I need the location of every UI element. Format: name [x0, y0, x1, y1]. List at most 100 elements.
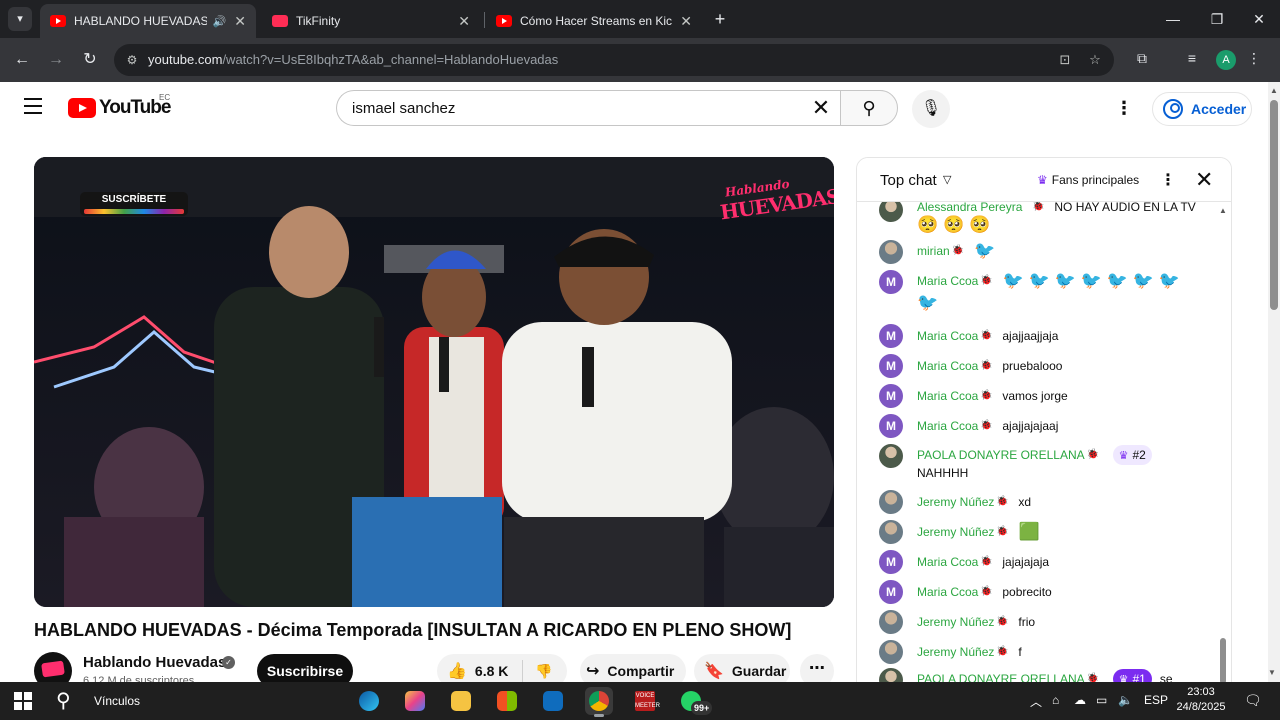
scroll-down-arrow[interactable]: ▼ [1268, 668, 1276, 677]
live-chat-panel: Top chat ▽ ♛ Fans principales ⋮ ✕ Alessa… [856, 157, 1232, 687]
browser-menu-icon[interactable]: ⋮ [1242, 46, 1266, 70]
taskbar-search-label[interactable]: Vínculos [94, 694, 140, 708]
author-avatar[interactable] [879, 610, 903, 634]
author-name[interactable]: Maria Ccoa [917, 555, 978, 569]
close-chat-icon[interactable]: ✕ [1195, 167, 1213, 193]
author-avatar[interactable]: M [879, 354, 903, 378]
chat-scrollbar[interactable]: ▲ [1219, 206, 1227, 686]
dislike-button[interactable]: 👎 [535, 663, 552, 680]
channel-name[interactable]: Hablando Huevadas [83, 654, 226, 671]
minimize-button[interactable]: — [1150, 0, 1196, 38]
author-name[interactable]: Maria Ccoa [917, 329, 978, 343]
tab-tikfinity[interactable]: TikFinity ✕ [262, 4, 480, 38]
volume-icon[interactable]: 🔈 [1118, 693, 1133, 707]
chrome-icon[interactable] [585, 687, 613, 717]
author-name[interactable]: mirian [917, 244, 950, 258]
clear-search-icon[interactable]: ✕ [808, 95, 834, 121]
author-avatar[interactable] [879, 240, 903, 264]
extensions-icon[interactable]: ⧉ [1130, 46, 1154, 70]
site-info-icon[interactable]: ⚙ [122, 50, 142, 70]
whatsapp-icon[interactable]: 99+ [677, 687, 713, 715]
chat-message-list[interactable]: Alessandra Pereyra 🐞 NO HAY AUDIO EN LA … [857, 202, 1231, 686]
author-avatar[interactable]: M [879, 324, 903, 348]
microsoft-store-icon[interactable] [493, 687, 521, 715]
author-name[interactable]: PAOLA DONAYRE ORELLANA [917, 448, 1085, 462]
chat-more-icon[interactable]: ⋮ [1160, 170, 1176, 190]
voice-search-button[interactable]: 🎙 [912, 90, 950, 128]
author-avatar[interactable] [879, 520, 903, 544]
like-button[interactable]: 👍 6.8 K [437, 661, 508, 681]
cloud-icon[interactable]: ☁ [1074, 693, 1086, 707]
top-fans-button[interactable]: ♛ Fans principales [1037, 169, 1139, 191]
author-name[interactable]: Maria Ccoa [917, 359, 978, 373]
address-bar[interactable]: ⚙ youtube.com/watch?v=UsE8IbqhzTA&ab_cha… [114, 44, 1114, 76]
search-input[interactable]: ismael sanchez ✕ [336, 90, 840, 126]
close-tab-icon[interactable]: ✕ [680, 13, 692, 30]
author-name[interactable]: Jeremy Núñez [917, 495, 994, 509]
author-name[interactable]: Jeremy Núñez [917, 645, 994, 659]
youtube-logo[interactable]: YouTube EC [68, 93, 171, 118]
author-name[interactable]: Jeremy Núñez [917, 525, 994, 539]
tab-kick-streams[interactable]: Cómo Hacer Streams en Kick (C ✕ [486, 4, 702, 38]
author-name[interactable]: Alessandra Pereyra [917, 202, 1022, 214]
author-name[interactable]: Jeremy Núñez [917, 615, 994, 629]
chat-scroll-thumb[interactable] [1220, 638, 1226, 684]
close-tab-icon[interactable]: ✕ [234, 13, 246, 30]
copilot-icon[interactable] [401, 687, 429, 715]
author-avatar[interactable]: M [879, 384, 903, 408]
restore-button[interactable]: ❐ [1194, 0, 1240, 38]
network-icon[interactable]: ▭ [1096, 693, 1107, 707]
author-avatar[interactable] [879, 640, 903, 664]
edge-icon[interactable] [355, 687, 383, 715]
video-player[interactable]: SUSCRÍBETE Hablando HUEVADAS [34, 157, 834, 607]
speaker-icon[interactable]: 🔊 [213, 15, 227, 28]
author-name[interactable]: Maria Ccoa [917, 274, 978, 288]
voicemeeter-icon[interactable]: VOICE MEETER [631, 687, 660, 715]
media-control-icon[interactable]: ≡ [1180, 46, 1204, 70]
page-scrollbar[interactable]: ▲ [1268, 82, 1280, 682]
close-window-button[interactable]: ✕ [1236, 0, 1280, 38]
tab-hablando-huevadas[interactable]: HABLANDO HUEVADAS - D 🔊 ✕ [40, 4, 256, 38]
reload-button[interactable]: ↻ [76, 46, 104, 74]
install-app-icon[interactable]: ⊡ [1056, 51, 1074, 69]
author-avatar[interactable] [879, 444, 903, 468]
windows-start-icon[interactable] [14, 692, 32, 710]
file-explorer-icon[interactable] [447, 687, 475, 715]
chat-scroll-up-arrow[interactable]: ▲ [1219, 206, 1227, 215]
search-icon[interactable]: ⚲ [56, 688, 71, 713]
notifications-icon[interactable]: 🗨 [1244, 692, 1262, 709]
author-avatar[interactable] [879, 202, 903, 222]
outlook-icon[interactable] [539, 687, 567, 715]
tab-search-button[interactable]: ▾ [8, 7, 32, 31]
profile-avatar[interactable]: A [1216, 50, 1236, 70]
scroll-up-arrow[interactable]: ▲ [1270, 86, 1278, 95]
author-avatar[interactable] [879, 490, 903, 514]
new-tab-button[interactable]: + [710, 8, 730, 30]
chat-mode-dropdown[interactable]: Top chat [880, 172, 937, 189]
system-clock[interactable]: 23:03 24/8/2025 [1172, 685, 1230, 715]
chevron-down-icon[interactable]: ▽ [943, 173, 951, 186]
tab-divider [484, 12, 485, 28]
close-tab-icon[interactable]: ✕ [458, 13, 470, 30]
page-scroll-thumb[interactable] [1270, 100, 1278, 310]
author-avatar[interactable]: M [879, 580, 903, 604]
sign-in-button[interactable]: Acceder [1152, 92, 1252, 126]
bookmark-star-icon[interactable]: ☆ [1086, 51, 1104, 69]
author-name[interactable]: Maria Ccoa [917, 419, 978, 433]
settings-more-icon[interactable]: ⋮ [1112, 96, 1136, 120]
forward-button[interactable]: → [42, 46, 70, 74]
language-indicator[interactable]: ESP [1144, 693, 1168, 707]
bird-emoji: 🐦 [1158, 271, 1180, 290]
author-name[interactable]: Maria Ccoa [917, 585, 978, 599]
author-avatar[interactable]: M [879, 270, 903, 294]
tray-overflow-icon[interactable]: ︿ [1030, 693, 1042, 710]
author-avatar[interactable]: M [879, 550, 903, 574]
menu-icon[interactable] [24, 98, 44, 114]
search-button[interactable]: ⚲ [840, 90, 898, 126]
bird-emoji: 🐦 [1106, 271, 1128, 290]
tray-app-icon[interactable]: ⌂ [1052, 693, 1059, 707]
author-name[interactable]: Maria Ccoa [917, 389, 978, 403]
author-avatar[interactable]: M [879, 414, 903, 438]
back-button[interactable]: ← [8, 46, 36, 74]
message-text: f [1018, 645, 1022, 659]
